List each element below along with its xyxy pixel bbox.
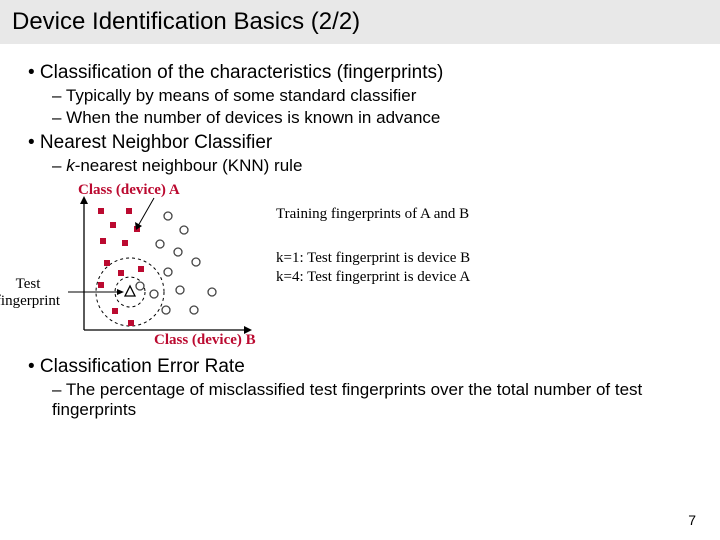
- slide-title: Device Identification Basics (2/2): [0, 0, 720, 44]
- bullet-1: • Classification of the characteristics …: [28, 62, 692, 84]
- k1-line: k=1: Test fingerprint is device B: [276, 249, 470, 268]
- slide-body: • Classification of the characteristics …: [0, 44, 720, 420]
- bullet-3: • Classification Error Rate: [28, 356, 692, 378]
- page-number: 7: [688, 512, 696, 528]
- bullet-1-sub-2: – When the number of devices is known in…: [52, 108, 692, 128]
- text: -nearest neighbour (KNN) rule: [75, 156, 303, 175]
- k4-line: k=4: Test fingerprint is device A: [276, 268, 470, 287]
- knn-diagram-row: Class (device) A Test fingerprint Class …: [68, 182, 692, 352]
- k-italic: k: [66, 156, 75, 175]
- bullet-2: • Nearest Neighbor Classifier: [28, 132, 692, 154]
- knn-diagram: Class (device) A Test fingerprint Class …: [68, 182, 258, 352]
- training-label: Training fingerprints of A and B: [276, 206, 470, 223]
- test-fingerprint-label: Test fingerprint: [0, 276, 64, 309]
- knn-svg: [68, 182, 258, 352]
- diagram-side-text: Training fingerprints of A and B k=1: Te…: [276, 182, 470, 287]
- bullet-2-sub-1: – k-nearest neighbour (KNN) rule: [52, 156, 692, 176]
- text: –: [52, 156, 66, 175]
- bullet-3-sub-1: – The percentage of misclassified test f…: [52, 380, 652, 420]
- bullet-1-sub-1: – Typically by means of some standard cl…: [52, 86, 692, 106]
